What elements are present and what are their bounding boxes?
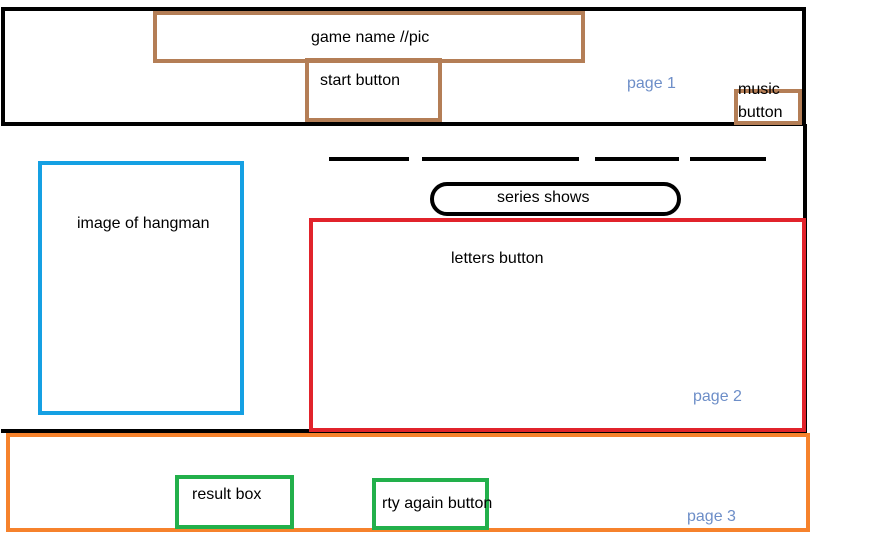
- try-again-button-label: rty again button: [382, 495, 493, 512]
- game-name-label: game name //pic: [311, 29, 430, 46]
- letter-blank: [329, 157, 409, 161]
- page-2-label: page 2: [693, 388, 742, 405]
- music-button-label-line1: music: [738, 81, 780, 98]
- start-button-label: start button: [320, 72, 401, 89]
- music-button-label-line2: button: [738, 104, 783, 121]
- hangman-image: [38, 161, 244, 415]
- letters-button-label: letters button: [451, 250, 544, 267]
- page-3-label: page 3: [687, 508, 736, 525]
- letter-blank: [690, 157, 766, 161]
- series-shows-label: series shows: [497, 189, 590, 206]
- letter-blank: [490, 157, 579, 161]
- letter-blank: [595, 157, 679, 161]
- result-box-label: result box: [192, 486, 262, 503]
- page-1-label: page 1: [627, 75, 676, 92]
- hangman-image-label: image of hangman: [77, 215, 210, 232]
